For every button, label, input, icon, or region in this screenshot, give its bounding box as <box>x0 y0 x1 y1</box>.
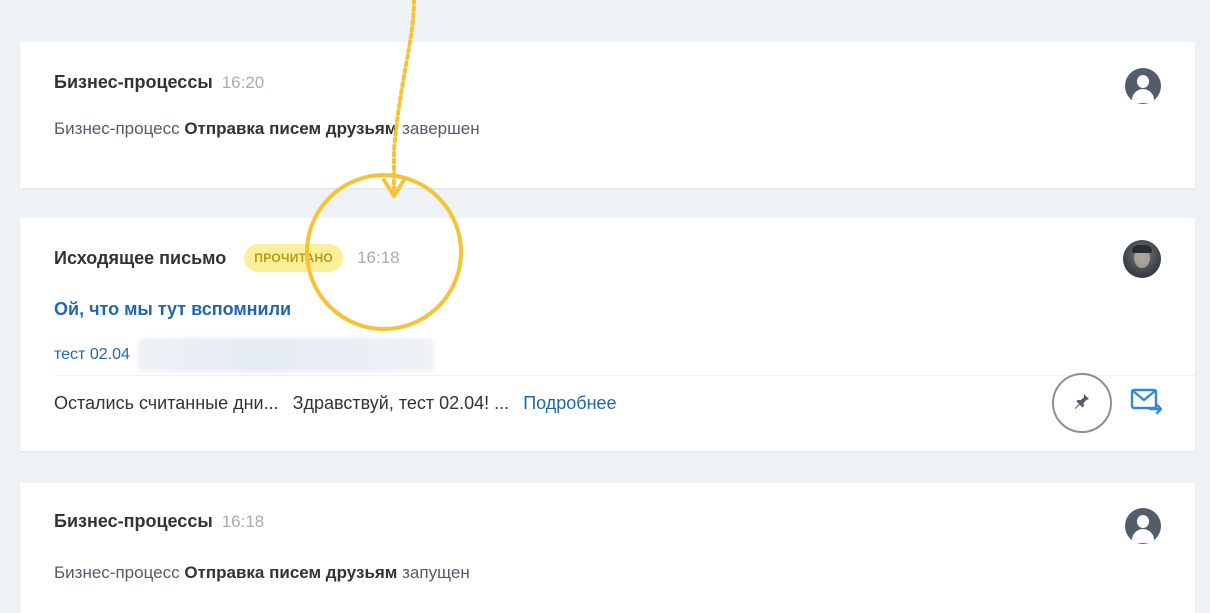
recipient-row: тест 02.04 <box>54 338 434 372</box>
user-photo-avatar[interactable] <box>1123 240 1161 278</box>
feed-item-title: Исходящее письмо <box>54 247 227 268</box>
redacted-email-address <box>137 338 434 372</box>
feed-item-header: Бизнес-процессы 16:20 <box>54 72 264 93</box>
feed-item-time: 16:18 <box>221 511 265 531</box>
process-name: Отправка писем друзьям <box>184 563 398 582</box>
feed-item-business-process: Бизнес-процессы 16:20 Бизнес-процесс Отп… <box>20 42 1195 188</box>
mail-forward-icon[interactable] <box>1130 385 1164 415</box>
email-preview: Остались считанные дни... Здравствуй, тес… <box>54 393 617 414</box>
more-link[interactable]: Подробнее <box>523 393 616 413</box>
recipient-name-link[interactable]: тест 02.04 <box>54 346 130 364</box>
process-name: Отправка писем друзьям <box>184 119 398 138</box>
dotted-arrow <box>382 0 416 198</box>
email-subject-link[interactable]: Ой, что мы тут вспомнили <box>54 299 291 320</box>
preview-text-1: Остались считанные дни... <box>54 393 279 413</box>
description-prefix: Бизнес-процесс <box>54 563 180 582</box>
feed-item-time: 16:20 <box>221 72 265 92</box>
feed-item-header: Бизнес-процессы 16:18 <box>54 511 264 532</box>
description-suffix: запущен <box>402 563 470 582</box>
timeline-feed: Бизнес-процессы 16:20 Бизнес-процесс Отп… <box>20 0 1195 613</box>
preview-text-2: Здравствуй, тест 02.04! ... <box>292 393 510 413</box>
user-icon[interactable] <box>1125 508 1161 544</box>
pin-button[interactable] <box>1052 373 1112 433</box>
feed-item-description: Бизнес-процесс Отправка писем друзьям за… <box>54 563 470 583</box>
feed-item-business-process: Бизнес-процессы 16:18 Бизнес-процесс Отп… <box>20 483 1195 613</box>
feed-item-outgoing-email: Исходящее письмо ПРОЧИТАНО 16:18 Ой, что… <box>20 218 1195 451</box>
pin-icon <box>1074 394 1089 409</box>
divider <box>54 375 1195 376</box>
user-icon[interactable] <box>1125 68 1161 104</box>
feed-item-title: Бизнес-процессы <box>54 72 213 92</box>
description-prefix: Бизнес-процесс <box>54 119 180 138</box>
feed-item-title: Бизнес-процессы <box>54 511 213 531</box>
